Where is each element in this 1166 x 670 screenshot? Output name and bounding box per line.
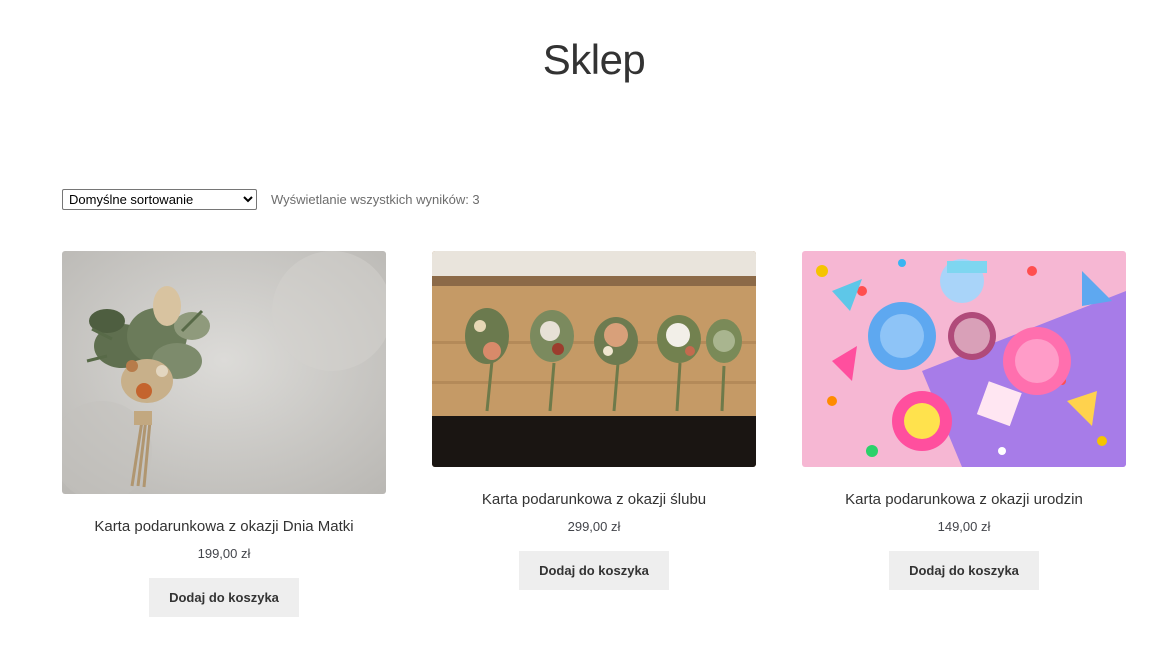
product-price: 149,00 zł — [937, 519, 991, 534]
product-card: Karta podarunkowa z okazji Dnia Matki 19… — [62, 251, 386, 617]
add-to-cart-button[interactable]: Dodaj do koszyka — [889, 551, 1039, 590]
product-title[interactable]: Karta podarunkowa z okazji urodzin — [802, 490, 1126, 510]
add-to-cart-button[interactable]: Dodaj do koszyka — [519, 551, 669, 590]
add-to-cart-button[interactable]: Dodaj do koszyka — [149, 578, 299, 617]
product-image-link[interactable] — [62, 251, 386, 494]
result-count: Wyświetlanie wszystkich wyników: 3 — [271, 191, 480, 207]
product-title[interactable]: Karta podarunkowa z okazji ślubu — [432, 490, 756, 510]
product-card: Karta podarunkowa z okazji ślubu 299,00 … — [432, 251, 756, 590]
birthday-party-table-image — [802, 251, 1126, 467]
product-title[interactable]: Karta podarunkowa z okazji Dnia Matki — [62, 517, 386, 537]
product-price: 199,00 zł — [197, 546, 251, 561]
product-image-link[interactable] — [802, 251, 1126, 467]
product-image-link[interactable] — [432, 251, 756, 467]
boutonnieres-on-wood-image — [432, 251, 756, 467]
product-card: Karta podarunkowa z okazji urodzin 149,0… — [802, 251, 1126, 590]
dried-flower-bouquet-image — [62, 251, 386, 494]
page-title: Sklep — [542, 36, 646, 83]
product-price: 299,00 zł — [567, 519, 621, 534]
sort-select[interactable]: Domyślne sortowanie — [62, 188, 257, 210]
shop-toolbar: Domyślne sortowanie Wyświetlanie wszystk… — [62, 188, 480, 210]
